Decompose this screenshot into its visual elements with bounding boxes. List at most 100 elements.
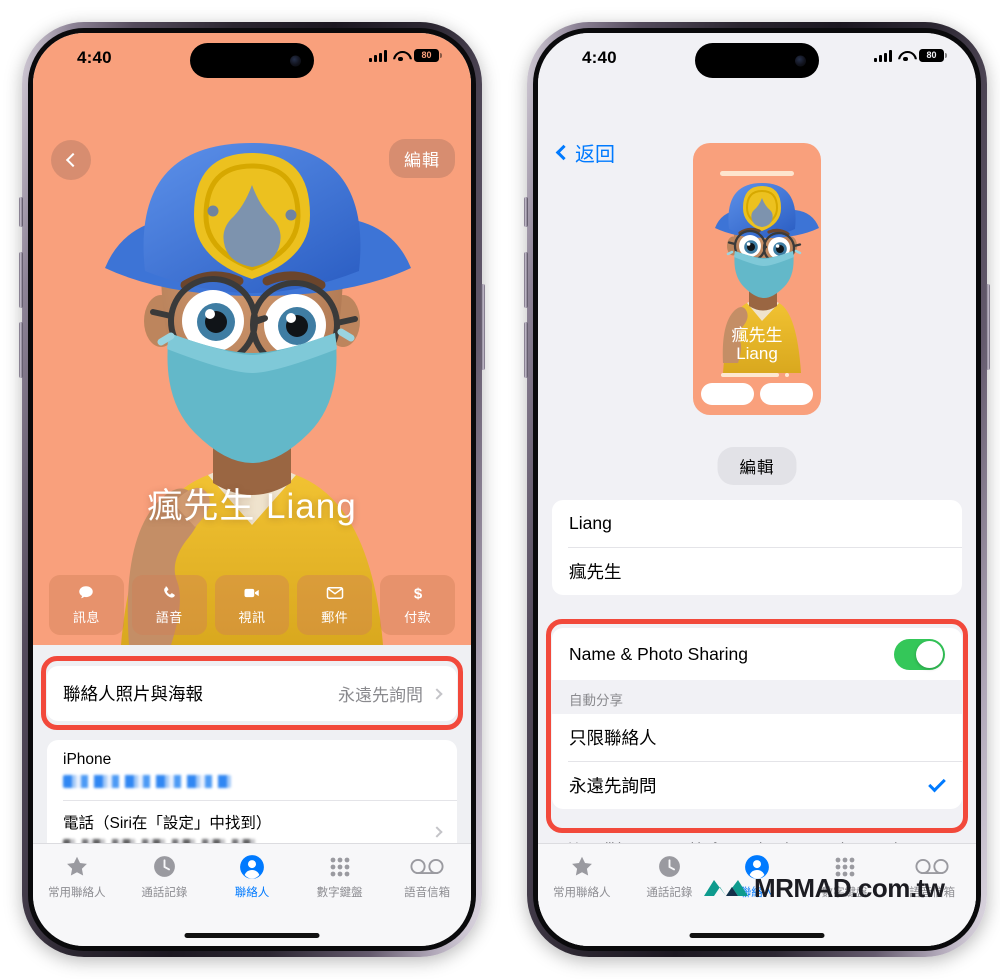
back-button-label: 返回	[575, 144, 615, 166]
poster-preview-buttons	[701, 383, 813, 405]
wifi-icon	[393, 50, 408, 62]
tab-contacts[interactable]: 聯絡人	[208, 853, 296, 900]
name-photo-sharing-card: Name & Photo Sharing 自動分享 只限聯絡人 永遠先詢問	[552, 628, 962, 809]
watermark-text: MRMAD.com.tw	[754, 872, 945, 903]
battery-level: 80	[421, 50, 432, 60]
silent-switch[interactable]	[524, 197, 528, 227]
dynamic-island	[695, 43, 819, 78]
action-message[interactable]: 訊息	[49, 575, 124, 635]
auto-share-group-header: 自動分享	[552, 680, 962, 714]
action-message-label: 訊息	[72, 610, 100, 625]
memoji-avatar	[105, 143, 411, 645]
wifi-icon	[898, 50, 913, 62]
last-name-value: 瘋先生	[569, 562, 622, 582]
action-video[interactable]: 視訊	[214, 575, 290, 635]
power-button[interactable]	[986, 284, 990, 370]
chevron-right-icon	[431, 687, 443, 700]
status-time: 4:40	[582, 48, 617, 67]
contact-detail-list: 聯絡人照片與海報 永遠先詢問 iPhone 電話（Siri在「設定」中找到）	[33, 645, 471, 864]
name-photo-sharing-toggle[interactable]	[894, 638, 945, 670]
row-iphone-label: iPhone	[63, 751, 112, 768]
right-phone-device: 返回 瘋先生 Liang 編輯 Liang 瘋先生 Name & Photo S…	[524, 22, 990, 957]
edit-button[interactable]: 編輯	[389, 139, 455, 178]
contact-name-overlay: 瘋先生 Liang	[147, 487, 357, 526]
back-chevron-icon	[555, 144, 572, 161]
poster-preview-time-bar	[720, 171, 794, 176]
status-indicators: 80	[874, 49, 948, 62]
silent-switch[interactable]	[19, 197, 23, 227]
left-phone-device: 編輯 瘋先生 Liang 訊息 語音 視訊 郵件 $ 付款 聯絡人照片與海報 永…	[19, 22, 485, 957]
tab-voicemail-label: 語音信箱	[404, 887, 451, 899]
name-photo-sharing-label: Name & Photo Sharing	[569, 643, 748, 664]
option-always-ask-label: 永遠先詢問	[569, 776, 657, 796]
left-phone-screen: 編輯 瘋先生 Liang 訊息 語音 視訊 郵件 $ 付款 聯絡人照片與海報 永…	[33, 33, 471, 946]
checkmark-icon	[928, 774, 946, 793]
power-button[interactable]	[481, 284, 485, 370]
action-video-label: 視訊	[238, 610, 266, 625]
cellular-signal-icon	[874, 49, 892, 62]
action-mail[interactable]: 郵件	[297, 575, 373, 635]
tab-bar: 常用聯絡人 通話記錄 聯絡人 數字鍵盤 語音信箱	[33, 843, 471, 946]
poster-preview-dot	[785, 373, 789, 377]
right-phone-screen: 返回 瘋先生 Liang 編輯 Liang 瘋先生 Name & Photo S…	[538, 33, 976, 946]
tab-favorites[interactable]: 常用聯絡人	[538, 853, 626, 900]
poster-preview-sub-bar	[721, 373, 779, 377]
tab-favorites-label: 常用聯絡人	[553, 887, 611, 899]
action-voice-label: 語音	[155, 610, 183, 625]
keypad-icon	[328, 853, 352, 880]
poster-preview-name-line2: Liang	[736, 343, 778, 363]
row-contact-photo-poster[interactable]: 聯絡人照片與海報 永遠先詢問	[47, 666, 457, 721]
voicemail-icon	[410, 853, 444, 880]
row-name-photo-sharing[interactable]: Name & Photo Sharing	[552, 628, 962, 680]
dollar-icon: $	[413, 585, 422, 602]
back-chevron-icon	[65, 152, 80, 168]
tab-keypad[interactable]: 數字鍵盤	[296, 853, 384, 900]
mrmad-logo-icon	[704, 880, 748, 896]
edit-poster-button[interactable]: 編輯	[717, 447, 797, 485]
mail-icon	[326, 587, 344, 599]
star-icon	[64, 853, 90, 880]
contact-poster: 編輯 瘋先生 Liang 訊息 語音 視訊 郵件 $ 付款	[33, 33, 471, 645]
option-contacts-only[interactable]: 只限聯絡人	[552, 714, 962, 761]
message-icon	[79, 586, 94, 599]
option-always-ask[interactable]: 永遠先詢問	[552, 762, 962, 809]
tab-recents[interactable]: 通話記錄	[121, 853, 209, 900]
tab-keypad-label: 數字鍵盤	[316, 887, 363, 899]
row-iphone-number[interactable]: iPhone	[47, 740, 457, 800]
tab-recents[interactable]: 通話記錄	[626, 853, 714, 900]
volume-up-button[interactable]	[19, 252, 23, 308]
home-indicator[interactable]	[184, 933, 320, 938]
tab-recents-label: 通話記錄	[141, 887, 188, 899]
screenshot-stage: 編輯 瘋先生 Liang 訊息 語音 視訊 郵件 $ 付款 聯絡人照片與海報 永…	[0, 0, 1000, 979]
home-indicator[interactable]	[689, 933, 825, 938]
tab-voicemail[interactable]: 語音信箱	[383, 853, 471, 900]
back-button[interactable]: 返回	[555, 138, 615, 167]
action-pay-label: 付款	[404, 610, 432, 625]
volume-down-button[interactable]	[19, 322, 23, 378]
contacts-person-icon	[239, 853, 265, 880]
tab-favorites[interactable]: 常用聯絡人	[33, 853, 121, 900]
poster-preview-card[interactable]: 瘋先生 Liang	[693, 143, 821, 415]
star-icon	[569, 853, 595, 880]
quick-action-row: 訊息 語音 視訊 郵件 $ 付款	[49, 575, 455, 635]
recents-clock-icon	[657, 853, 682, 880]
dynamic-island	[190, 43, 314, 78]
action-voice[interactable]: 語音	[131, 575, 207, 635]
tab-contacts-label: 聯絡人	[234, 887, 270, 899]
action-pay[interactable]: $ 付款	[380, 575, 455, 635]
name-fields-card: Liang 瘋先生	[552, 500, 962, 595]
first-name-field[interactable]: Liang	[552, 500, 962, 547]
poster-preview-name: 瘋先生 Liang	[693, 326, 821, 363]
battery-level: 80	[926, 50, 937, 60]
status-indicators: 80	[369, 49, 443, 62]
volume-up-button[interactable]	[524, 252, 528, 308]
last-name-field[interactable]: 瘋先生	[552, 548, 962, 595]
tab-recents-label: 通話記錄	[646, 887, 693, 899]
back-button[interactable]	[51, 140, 91, 180]
battery-icon: 80	[414, 49, 443, 62]
option-contacts-only-label: 只限聯絡人	[569, 728, 657, 748]
chevron-right-icon	[431, 825, 443, 838]
redacted-phone-number	[63, 775, 231, 788]
volume-down-button[interactable]	[524, 322, 528, 378]
row-contact-photo-poster-value: 永遠先詢問	[338, 686, 423, 705]
